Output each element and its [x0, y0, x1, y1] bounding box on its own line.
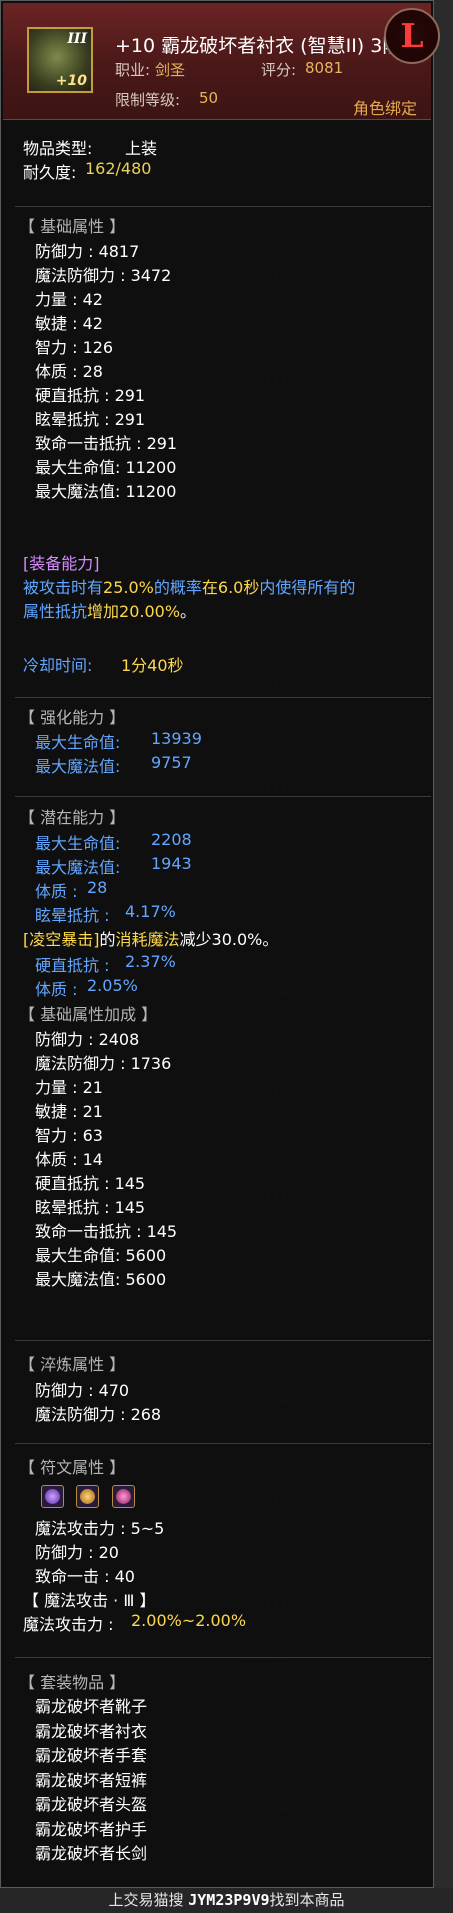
item-rank-label: III [67, 31, 87, 47]
section-divider [15, 1657, 431, 1658]
potential-label: 最大生命值: [35, 834, 121, 853]
base-attr-row: 致命一击抵抗 : 291 [35, 434, 178, 453]
rarity-l-badge-icon: L [384, 8, 440, 64]
footer-suffix: 找到本商品 [269, 1891, 345, 1909]
refine-row: 防御力 : 470 [35, 1381, 130, 1400]
potential-value: 2.37% [125, 952, 176, 971]
set-item-row: 霸龙破坏者衬衣 [35, 1721, 148, 1741]
level-value: 50 [199, 89, 219, 107]
footer-prefix: 上交易猫搜 [108, 1891, 189, 1909]
item-tooltip: III +10 +10 霸龙破坏者衬衣 (智慧II) 3阶 职业: 剑圣 评分:… [0, 0, 434, 1888]
score-label: 评分: [261, 61, 297, 79]
item-name: +10 霸龙破坏者衬衣 (智慧II) 3阶 [115, 35, 402, 57]
base-bonus-row: 最大魔法值: 5600 [35, 1270, 167, 1289]
set-item-row: 霸龙破坏者靴子 [35, 1697, 148, 1716]
base-bonus-row: 魔法防御力 : 1736 [35, 1054, 172, 1073]
set-item-row: 霸龙破坏者手套 [35, 1746, 148, 1765]
base-attr-row: 力量 : 42 [35, 290, 103, 309]
base-attr-row: 魔法防御力 : 3472 [35, 266, 172, 285]
cooldown-value: 1分40秒 [121, 656, 184, 675]
durability-value: 162/480 [85, 159, 152, 178]
potential-skill-line: [凌空暴击]的消耗魔法减少30.0%。 [23, 930, 279, 949]
enhance-label: 最大魔法值: [35, 757, 121, 776]
equip-ability-line1: 被攻击时有25.0%的概率在6.0秒内使得所有的 [23, 578, 356, 597]
potential-label: 硬直抵抗 : [35, 956, 110, 975]
rune-row: 魔法攻击力 : 5~5 [35, 1519, 165, 1538]
tooltip-header: III +10 +10 霸龙破坏者衬衣 (智慧II) 3阶 职业: 剑圣 评分:… [3, 3, 431, 120]
class-value: 剑圣 [155, 61, 186, 79]
base-bonus-row: 眩晕抵抗 : 145 [35, 1198, 146, 1217]
potential-value: 1943 [151, 854, 192, 873]
base-bonus-row: 最大生命值: 5600 [35, 1246, 167, 1265]
base-bonus-row: 体质 : 14 [35, 1150, 103, 1169]
equip-ability-title: [装备能力] [23, 554, 100, 573]
base-attr-row: 智力 : 126 [35, 338, 114, 357]
potential-label: 体质 : [35, 980, 78, 999]
base-attr-row: 硬直抵抗 : 291 [35, 386, 146, 405]
rune-purple-icon[interactable] [41, 1485, 64, 1508]
section-divider [15, 796, 431, 797]
set-item-row: 霸龙破坏者护手 [35, 1819, 148, 1839]
rune-group-label: 【 魔法攻击 · Ⅲ 】 [23, 1591, 156, 1610]
base-attr-row: 防御力 : 4817 [35, 242, 140, 261]
base-bonus-row: 致命一击抵抗 : 145 [35, 1222, 178, 1241]
section-divider [15, 1443, 431, 1444]
base-bonus-row: 智力 : 63 [35, 1126, 103, 1145]
base-attr-row: 最大生命值: 11200 [35, 458, 177, 477]
base-bonus-row: 力量 : 21 [35, 1078, 103, 1097]
base-bonus-row: 敏捷 : 21 [35, 1102, 103, 1121]
score-value: 8081 [305, 59, 344, 77]
potential-title: 【 潜在能力 】 [19, 808, 126, 827]
enhance-value: 9757 [151, 753, 192, 772]
base-attr-row: 敏捷 : 42 [35, 314, 103, 333]
item-plus-label: +10 [55, 73, 87, 89]
refine-title: 【 淬炼属性 】 [19, 1355, 126, 1374]
enhance-title: 【 强化能力 】 [19, 708, 126, 727]
type-value: 上装 [125, 139, 158, 158]
equip-ability-line2: 属性抵抗增加20.00%。 [23, 602, 197, 621]
set-item-row: 霸龙破坏者短裤 [35, 1770, 148, 1790]
set-items-title: 【 套装物品 】 [19, 1673, 126, 1692]
footer-code: JYM23P9V9 [188, 1891, 270, 1909]
enhance-value: 13939 [151, 729, 202, 748]
base-bonus-title: 【 基础属性加成 】 [19, 1005, 158, 1024]
base-attr-row: 体质 : 28 [35, 362, 103, 381]
watermark-footer: 上交易猫搜 JYM23P9V9找到本商品 [0, 1888, 453, 1913]
level-label: 限制等级: [115, 91, 181, 109]
cooldown-label: 冷却时间: [23, 656, 93, 675]
potential-value: 2208 [151, 830, 192, 849]
enhance-label: 最大生命值: [35, 733, 121, 752]
section-divider [15, 206, 431, 207]
rune-pink-icon[interactable] [112, 1485, 135, 1508]
rune-row: 防御力 : 20 [35, 1543, 119, 1562]
potential-label: 体质 : [35, 882, 78, 901]
rune-row: 致命一击 : 40 [35, 1567, 135, 1586]
base-bonus-row: 防御力 : 2408 [35, 1030, 140, 1049]
set-item-row: 霸龙破坏者长剑 [35, 1844, 148, 1863]
potential-value: 2.05% [87, 976, 138, 995]
section-divider [15, 1340, 431, 1341]
potential-value: 28 [87, 878, 108, 897]
class-label: 职业: [115, 61, 151, 79]
potential-label: 最大魔法值: [35, 858, 121, 877]
item-icon[interactable]: III +10 [27, 27, 93, 93]
base-attr-title: 【 基础属性 】 [19, 217, 126, 236]
potential-value: 4.17% [125, 902, 176, 921]
base-attr-row: 最大魔法值: 11200 [35, 482, 177, 501]
potential-label: 眩晕抵抗 : [35, 906, 110, 925]
durability-label: 耐久度: [23, 163, 77, 182]
set-item-row: 霸龙破坏者头盔 [35, 1795, 148, 1814]
base-bonus-row: 硬直抵抗 : 145 [35, 1174, 146, 1193]
rune-gold-icon[interactable] [76, 1485, 99, 1508]
refine-row: 魔法防御力 : 268 [35, 1405, 162, 1424]
bind-status-tag: 角色绑定 [352, 99, 417, 118]
type-label: 物品类型: [23, 139, 93, 158]
rune-title: 【 符文属性 】 [19, 1458, 126, 1477]
rune-magic-value: 2.00%~2.00% [131, 1611, 247, 1630]
rune-magic-label: 魔法攻击力 : [23, 1615, 114, 1634]
base-attr-row: 眩晕抵抗 : 291 [35, 410, 146, 429]
section-divider [15, 697, 431, 698]
